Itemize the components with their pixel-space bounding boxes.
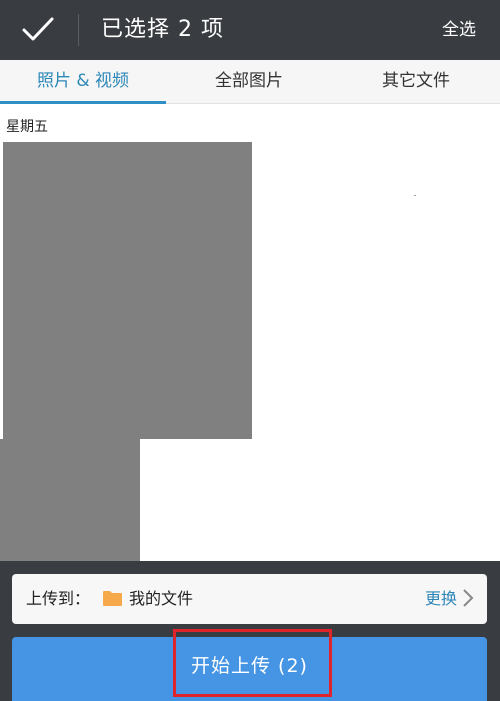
photo-thumbnail[interactable] <box>3 142 252 439</box>
tab-other-files[interactable]: 其它文件 <box>333 60 499 103</box>
chevron-right-icon <box>463 589 474 607</box>
screen: 已选择 2 项 全选 照片 & 视频 全部图片 其它文件 星期五 上传到： 我的… <box>0 0 500 701</box>
tab-photos-videos[interactable]: 照片 & 视频 <box>0 60 166 103</box>
selection-title: 已选择 2 项 <box>101 17 224 42</box>
checkmark-icon[interactable] <box>20 14 56 46</box>
image-artifact <box>414 195 416 196</box>
folder-icon <box>103 591 122 606</box>
change-destination-label: 更换 <box>424 589 457 608</box>
select-all-button[interactable]: 全选 <box>442 14 476 46</box>
upload-destination-folder: 我的文件 <box>129 589 194 608</box>
date-group-label: 星期五 <box>6 119 48 135</box>
tab-all-images[interactable]: 全部图片 <box>166 60 332 103</box>
tab-bar: 照片 & 视频 全部图片 其它文件 <box>0 60 500 104</box>
active-tab-indicator <box>0 101 166 104</box>
photo-thumbnail[interactable] <box>0 439 140 561</box>
upload-destination-prefix: 上传到： <box>26 589 91 608</box>
top-bar: 已选择 2 项 全选 <box>0 0 500 60</box>
highlight-annotation <box>173 629 332 697</box>
header-divider <box>78 14 79 46</box>
upload-destination-row[interactable]: 上传到： 我的文件 更换 <box>12 574 487 624</box>
change-destination-button[interactable]: 更换 <box>425 574 475 624</box>
